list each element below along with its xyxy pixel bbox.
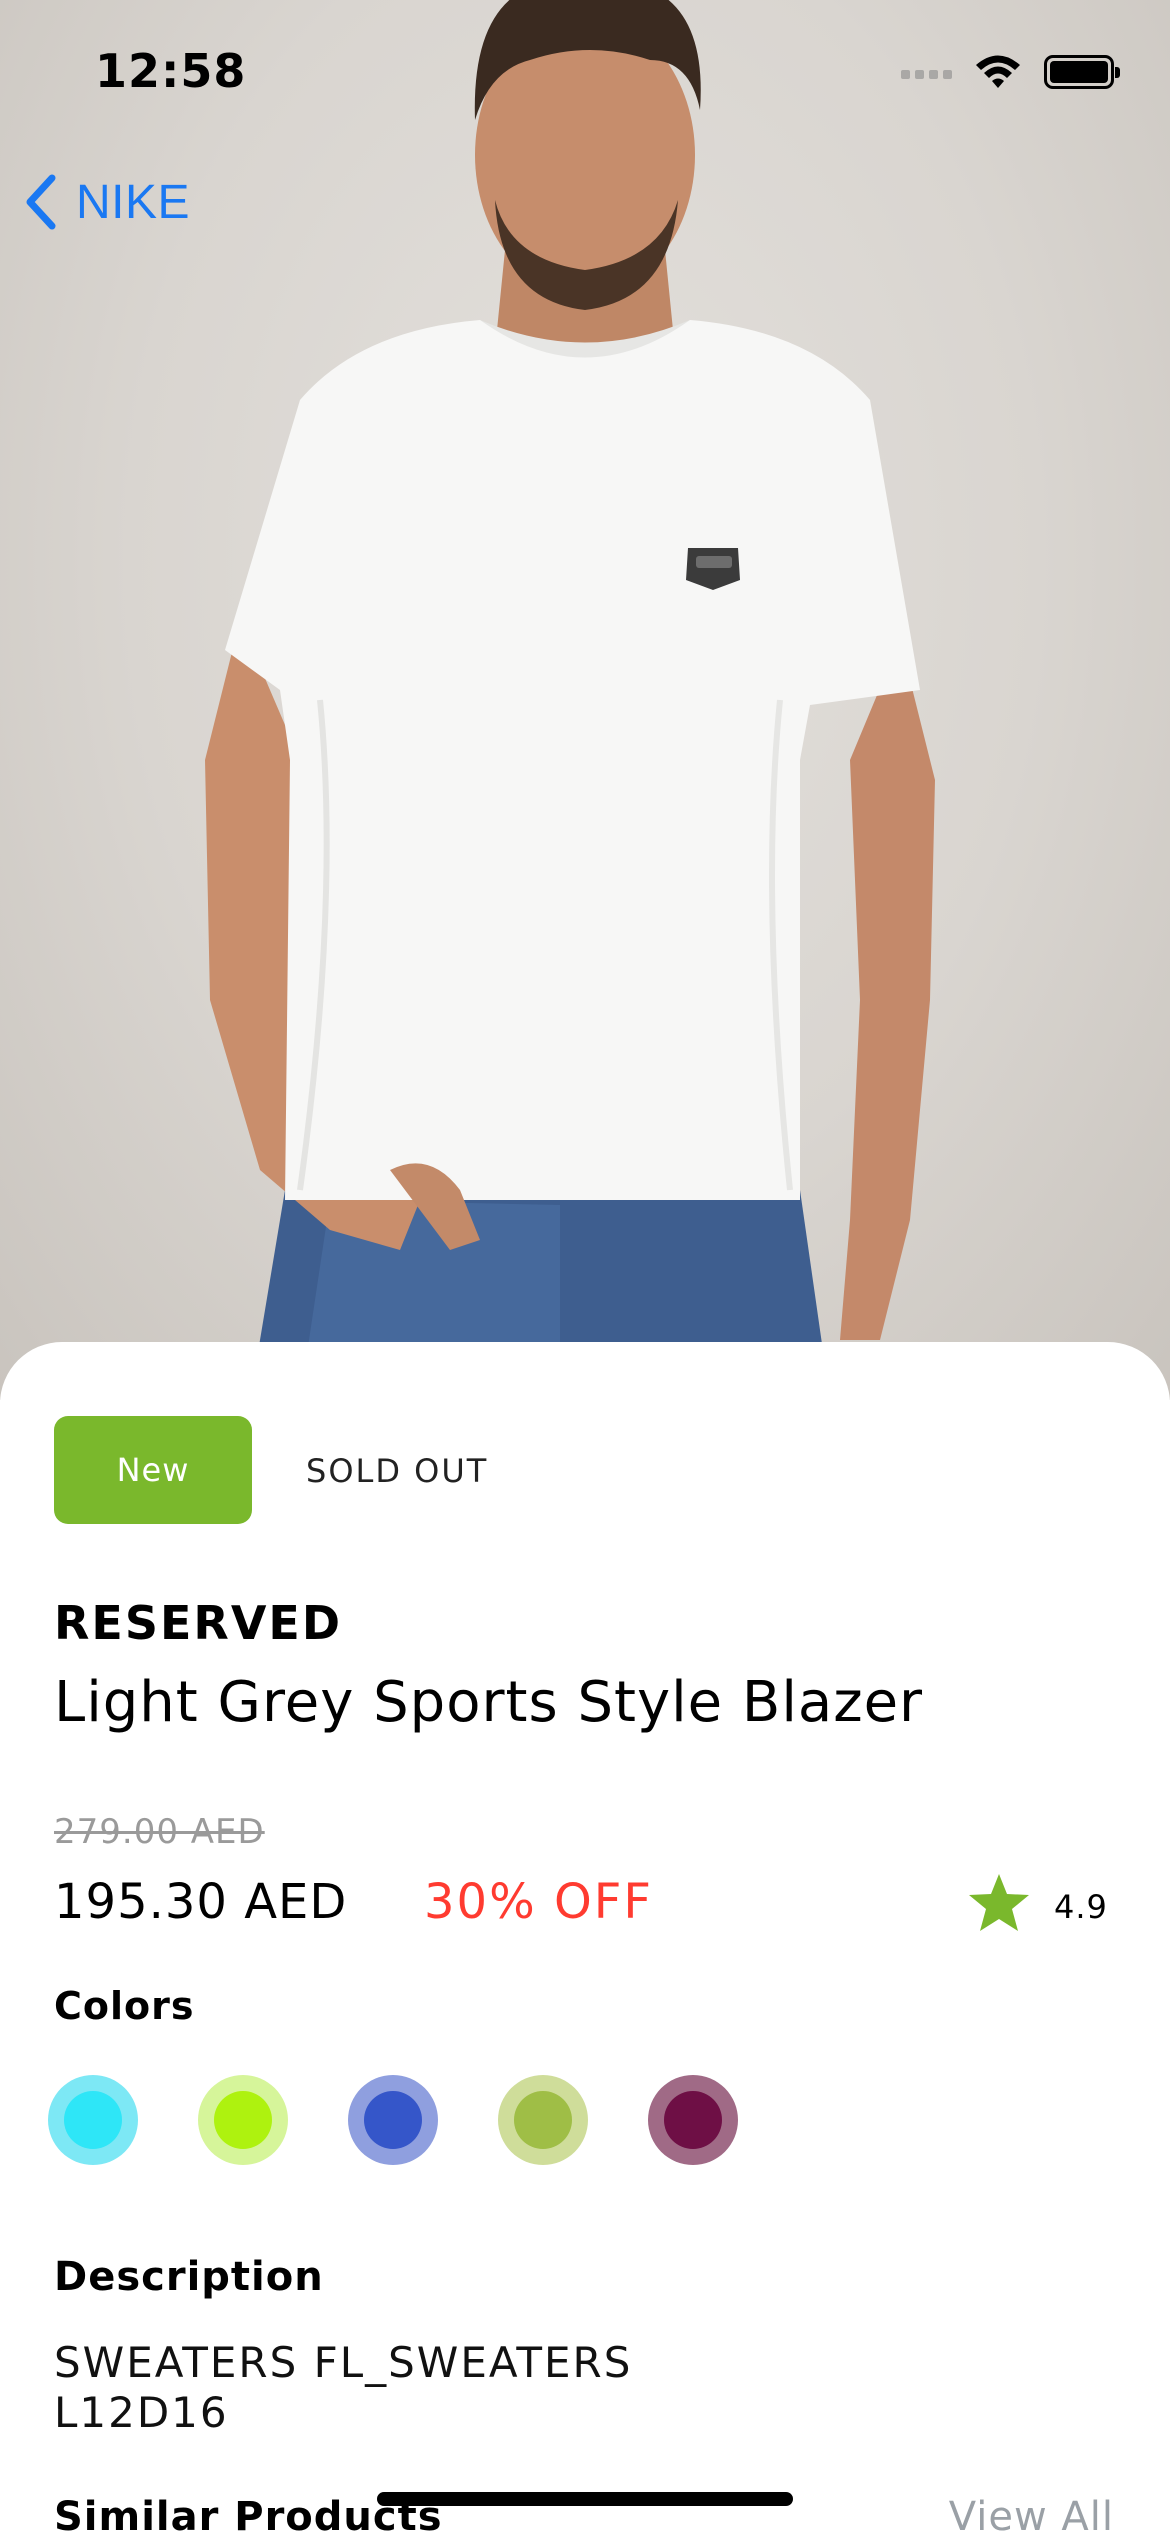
- star-icon: [969, 1874, 1029, 1931]
- color-swatch-fill: [64, 2091, 122, 2149]
- colors-label: Colors: [54, 1984, 195, 2028]
- wifi-icon: [976, 55, 1020, 88]
- discount-label: 30% OFF: [424, 1874, 653, 1930]
- color-swatch-plum[interactable]: [648, 2075, 738, 2165]
- rating-value: 4.9: [1054, 1888, 1108, 1926]
- color-swatch-blue[interactable]: [348, 2075, 438, 2165]
- brand-name: RESERVED: [54, 1596, 343, 1650]
- home-indicator: [377, 2492, 793, 2506]
- color-swatch-fill: [514, 2091, 572, 2149]
- chevron-left-icon: [26, 174, 56, 230]
- description-text: SWEATERS FL_SWEATERS L12D16: [54, 2338, 633, 2437]
- back-label: NIKE: [76, 175, 191, 229]
- color-swatch-fill: [214, 2091, 272, 2149]
- back-button[interactable]: NIKE: [22, 172, 190, 232]
- color-swatch-olive[interactable]: [498, 2075, 588, 2165]
- cellular-signal-icon: [901, 65, 952, 79]
- color-swatch-cyan[interactable]: [48, 2075, 138, 2165]
- description-label: Description: [54, 2254, 324, 2300]
- original-price: 279.00 AED: [54, 1812, 265, 1852]
- view-all-link[interactable]: View All: [949, 2494, 1114, 2532]
- availability-label: SOLD OUT: [306, 1452, 489, 1490]
- color-swatch-fill: [664, 2091, 722, 2149]
- status-time: 12:58: [95, 44, 247, 98]
- color-swatch-lime[interactable]: [198, 2075, 288, 2165]
- product-title: Light Grey Sports Style Blazer: [54, 1670, 924, 1735]
- new-badge: New: [54, 1416, 252, 1524]
- current-price: 195.30 AED: [54, 1874, 348, 1930]
- color-swatches: [48, 2075, 738, 2165]
- status-icons: [901, 52, 1120, 92]
- product-details-sheet: New SOLD OUT RESERVED Light Grey Sports …: [0, 1342, 1170, 2532]
- battery-icon: [1044, 55, 1120, 89]
- color-swatch-fill: [364, 2091, 422, 2149]
